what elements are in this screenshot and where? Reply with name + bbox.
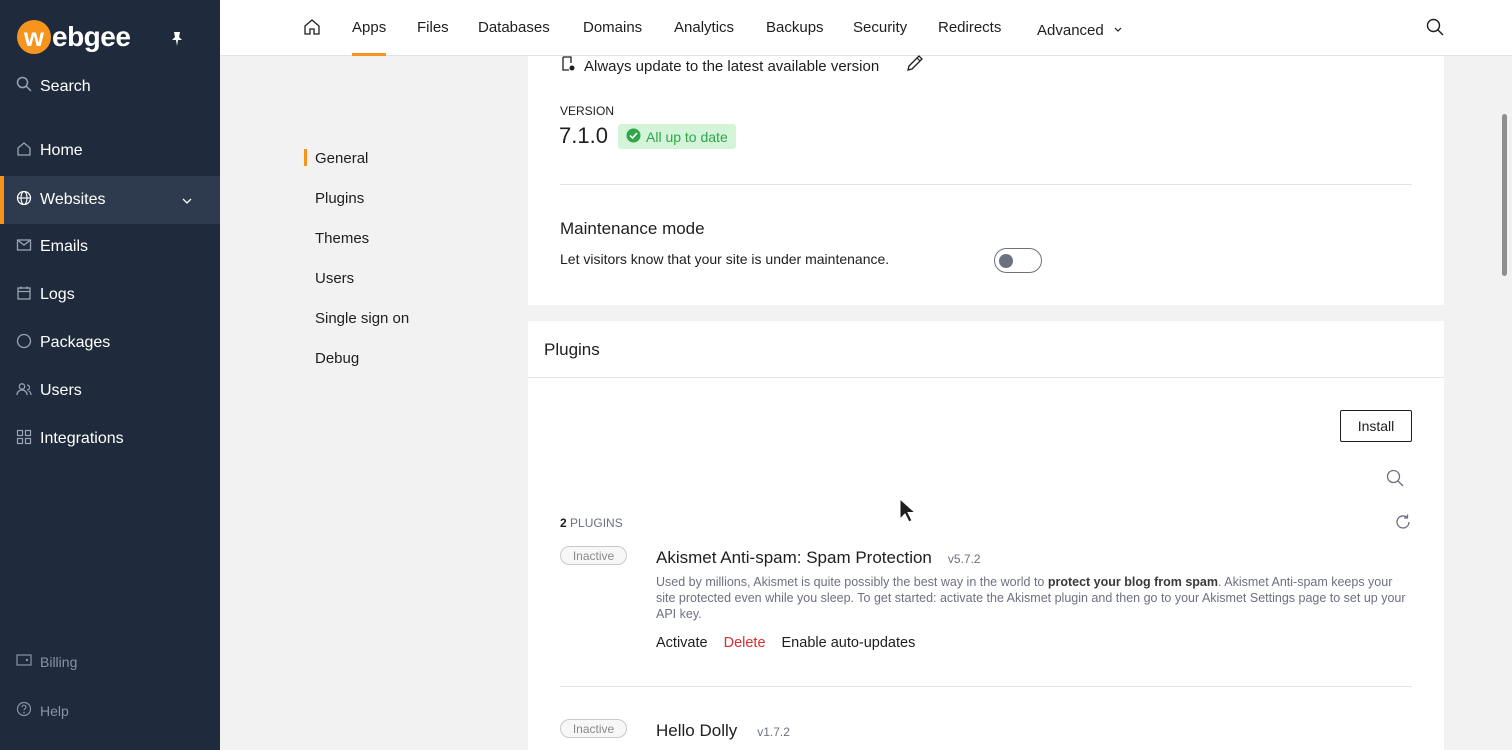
grid-icon [16,429,32,450]
sidebar-item-label: Home [40,142,83,159]
sidebar-item-home[interactable]: Home [0,127,220,175]
divider [560,184,1412,185]
logo[interactable]: w ebgee [17,20,131,54]
sidebar: w ebgee Search Home Websites Emails Logs… [0,0,220,750]
pencil-icon[interactable] [906,54,924,77]
tab-domains[interactable]: Domains [583,19,642,36]
tab-advanced-label: Advanced [1037,22,1104,39]
plugin-description-highlight: protect your blog from spam [1047,575,1218,589]
check-circle-icon [626,128,641,146]
sidebar-item-label: Help [40,702,69,719]
search-icon[interactable] [1426,18,1444,41]
sidebar-item-emails[interactable]: Emails [0,223,220,271]
sidebar-item-packages[interactable]: Packages [0,319,220,367]
subnav-users[interactable]: Users [315,270,354,287]
plugin-status-badge: Inactive [560,719,627,738]
sidebar-item-label: Emails [40,238,89,255]
search-icon[interactable] [1386,469,1404,492]
plugins-card: Plugins Install 2 PLUGINS Inactive Akism… [528,321,1444,750]
sidebar-item-users[interactable]: Users [0,367,220,415]
home-icon[interactable] [303,18,321,41]
subnav-themes[interactable]: Themes [315,230,369,247]
mail-icon [16,237,32,258]
version-number: 7.1.0 [559,123,608,148]
general-card: Always update to the latest available ve… [528,54,1444,305]
sidebar-item-label: Billing [40,653,78,670]
tab-redirects[interactable]: Redirects [938,19,1001,36]
logo-mark: w [17,20,51,54]
update-policy: Always update to the latest available ve… [560,56,879,76]
plugin-count-number: 2 [560,516,567,530]
plugins-title: Plugins [544,340,600,359]
activate-link[interactable]: Activate [656,635,708,651]
tab-files[interactable]: Files [417,19,449,36]
help-icon [16,701,32,720]
update-policy-label: Always update to the latest available ve… [584,57,880,75]
plugin-description: Used by millions, Akismet is quite possi… [656,574,1412,622]
wallet-icon [16,653,32,670]
toggle-knob [999,254,1013,268]
install-button[interactable]: Install [1340,410,1412,442]
sidebar-item-websites[interactable]: Websites [0,176,220,224]
maintenance-description: Let visitors know that your site is unde… [560,251,890,267]
sidebar-search[interactable]: Search [16,76,91,97]
sidebar-item-label: Logs [40,286,75,303]
maintenance-toggle[interactable] [994,248,1042,273]
mouse-cursor-icon [899,497,917,529]
divider [560,686,1412,687]
pin-icon[interactable] [170,31,184,52]
tab-security[interactable]: Security [853,19,907,36]
calendar-icon [16,285,32,306]
subnav-debug[interactable]: Debug [315,350,359,367]
globe-icon [16,190,32,211]
refresh-icon[interactable] [1394,513,1412,536]
tab-advanced[interactable]: Advanced [1037,19,1122,39]
chevron-down-icon [1114,19,1122,36]
maintenance-title: Maintenance mode [560,219,705,238]
version-label: VERSION [560,104,615,118]
plugin-name-label: Akismet Anti-spam: Spam Protection [656,548,932,567]
sidebar-item-help[interactable]: Help [16,701,69,720]
plugin-name: Akismet Anti-spam: Spam Protection v5.7.2 [656,548,981,568]
sidebar-item-logs[interactable]: Logs [0,271,220,319]
plugin-count: 2 PLUGINS [560,516,623,530]
sidebar-item-billing[interactable]: Billing [16,653,77,670]
plugin-version: v5.7.2 [947,552,981,566]
subnav-single-sign-on[interactable]: Single sign on [315,310,409,327]
enable-auto-updates-link[interactable]: Enable auto-updates [782,635,916,651]
home-icon [16,141,32,162]
chevron-down-icon [182,191,192,209]
status-badge: All up to date [618,124,736,149]
sidebar-item-label: Websites [40,191,106,208]
plugins-header: Plugins [528,321,1444,378]
plugin-name-label: Hello Dolly [656,721,738,740]
search-icon [16,76,32,97]
status-badge-label: All up to date [646,128,728,145]
logo-wordmark: ebgee [52,21,131,52]
plugin-actions: Activate Delete Enable auto-updates [656,635,915,651]
sidebar-item-label: Integrations [40,430,124,447]
circle-icon [16,333,32,354]
subnav-general[interactable]: General [303,149,368,167]
tab-analytics[interactable]: Analytics [674,19,734,36]
tab-backups[interactable]: Backups [766,19,824,36]
plugin-version: v1.7.2 [757,725,790,739]
tab-apps[interactable]: Apps [352,19,387,56]
plugin-status-badge: Inactive [560,546,627,565]
subnav-plugins[interactable]: Plugins [315,190,364,207]
plugin-name: Hello Dolly v1.7.2 [656,721,790,741]
users-icon [16,381,32,402]
update-policy-icon [560,56,576,76]
delete-link[interactable]: Delete [724,635,766,651]
plugin-description-start: Used by millions, Akismet is quite possi… [656,575,1048,589]
sidebar-item-label: Users [40,382,82,399]
plugin-count-label: PLUGINS [570,516,623,530]
scrollbar[interactable] [1502,114,1507,276]
top-navigation: Apps Files Databases Domains Analytics B… [220,0,1512,56]
sidebar-item-integrations[interactable]: Integrations [0,415,220,463]
sidebar-search-label: Search [40,77,91,95]
sidebar-item-label: Packages [40,334,111,351]
tab-databases[interactable]: Databases [478,19,550,36]
